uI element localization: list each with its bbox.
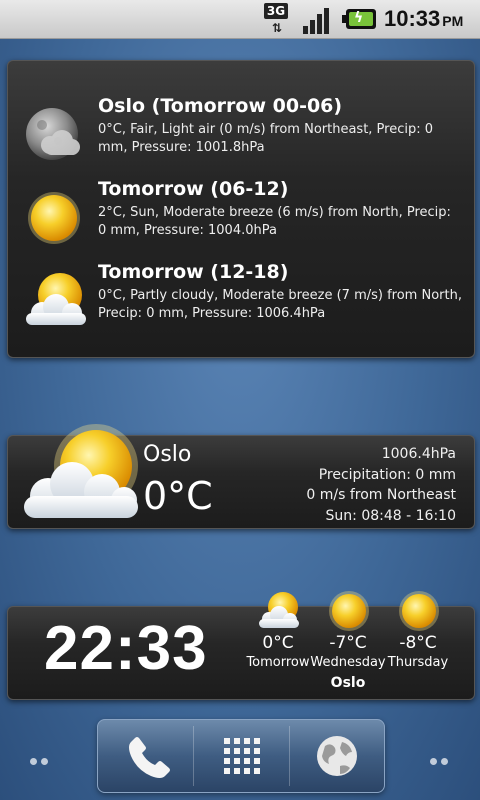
- browser-button[interactable]: [290, 720, 385, 792]
- current-pressure: 1006.4hPa: [381, 446, 456, 462]
- forecast-row: Tomorrow (12-18) 0°C, Partly cloudy, Mod…: [8, 261, 474, 341]
- 3g-data-icon: 3G ⇅: [264, 3, 296, 35]
- forecast-description: 0°C, Fair, Light air (0 m/s) from Northe…: [98, 122, 434, 155]
- day-temp: 0°C: [262, 633, 294, 653]
- day-name: Thursday: [387, 655, 449, 670]
- pager-left-indicator[interactable]: [30, 750, 54, 765]
- launcher-dock: [97, 719, 385, 793]
- current-sun-times: Sun: 08:48 - 16:10: [325, 507, 456, 524]
- day-temp: -8°C: [399, 633, 437, 653]
- forecast-description: 2°C, Sun, Moderate breeze (6 m/s) from N…: [98, 205, 451, 238]
- forecast-title: Tomorrow (12-18): [98, 261, 289, 283]
- sun-icon: [399, 591, 439, 631]
- current-weather-widget[interactable]: Oslo 0°C 1006.4hPa Precipitation: 0 mm 0…: [7, 424, 475, 529]
- clock-time: 22:33: [44, 614, 208, 683]
- status-clock: 10:33 PM: [384, 6, 463, 32]
- current-details: 1006.4hPa Precipitation: 0 mm 0 m/s from…: [306, 444, 456, 526]
- app-grid-icon: [224, 738, 260, 774]
- network-type-label: 3G: [264, 3, 288, 19]
- app-drawer-button[interactable]: [194, 720, 289, 792]
- phone-icon: [129, 737, 170, 778]
- signal-strength-icon: [303, 4, 335, 34]
- sun-icon: [28, 192, 80, 244]
- browser-globe-icon: [317, 736, 357, 776]
- clock-forecast-widget[interactable]: 22:33 0°C Tomorrow -7°C Wednesday -8°C T…: [7, 591, 475, 700]
- forecast-title: Tomorrow (06-12): [98, 178, 289, 200]
- battery-charging-icon: ϟ: [342, 9, 376, 29]
- current-precipitation: Precipitation: 0 mm: [318, 466, 456, 483]
- status-time: 10:33: [384, 6, 441, 31]
- clock-city: Oslo: [330, 675, 366, 691]
- sun-icon: [329, 591, 369, 631]
- moon-cloud-icon: [26, 108, 80, 160]
- partly-cloudy-icon: [26, 273, 86, 325]
- current-temperature: 0°C: [143, 474, 213, 518]
- pager-right-indicator[interactable]: [430, 750, 454, 765]
- forecast-widget[interactable]: Oslo (Tomorrow 00-06) 0°C, Fair, Light a…: [7, 60, 475, 358]
- forecast-description: 0°C, Partly cloudy, Moderate breeze (7 m…: [98, 288, 462, 321]
- phone-button[interactable]: [98, 720, 193, 792]
- current-city: Oslo: [143, 442, 192, 467]
- current-wind: 0 m/s from Northeast: [306, 487, 456, 503]
- day-temp: -7°C: [329, 633, 367, 653]
- partly-cloudy-icon: [24, 424, 138, 518]
- partly-cloudy-icon: [259, 592, 299, 628]
- forecast-row: Oslo (Tomorrow 00-06) 0°C, Fair, Light a…: [8, 95, 474, 175]
- status-bar: 3G ⇅ ϟ 10:33 PM: [0, 0, 480, 39]
- forecast-row: Tomorrow (06-12) 2°C, Sun, Moderate bree…: [8, 178, 474, 258]
- forecast-title: Oslo (Tomorrow 00-06): [98, 95, 343, 117]
- status-ampm: PM: [442, 13, 464, 29]
